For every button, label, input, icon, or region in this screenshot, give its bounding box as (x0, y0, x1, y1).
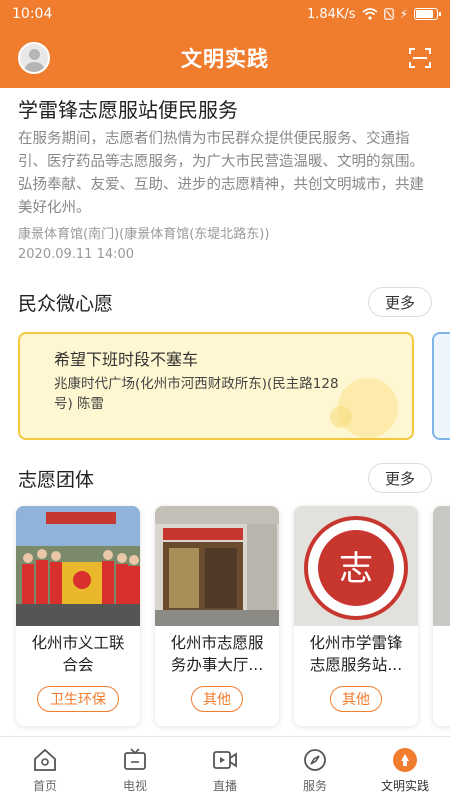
team-tag[interactable]: 卫生环保 (37, 686, 119, 712)
tv-icon (124, 748, 146, 770)
nav-label: 首页 (32, 779, 57, 793)
nav-item-service[interactable]: 服务 (270, 737, 360, 800)
team-photo (16, 506, 140, 626)
team-tag[interactable]: 其他 (330, 686, 382, 712)
status-time: 10:04 (12, 6, 53, 22)
nav-label: 文明实践 (380, 779, 429, 793)
team-name: 化州市义工联合会 (31, 634, 125, 674)
article-description: 在服务期间，志愿者们热情为市民群众提供便民服务、交通指引、医疗药品等志愿服务，为… (18, 131, 424, 216)
activity-article[interactable]: 学雷锋志愿服站便民服务 在服务期间，志愿者们热情为市民群众提供便民服务、交通指引… (0, 88, 450, 264)
wifi-icon (362, 8, 378, 20)
wish-card[interactable]: 希望下班时段不塞车 兆康时代广场(化州市河西财政所东)(民主路128号) 陈雷 (18, 332, 414, 440)
network-speed: 1.84K/s (306, 6, 356, 22)
teams-more-button[interactable]: 更多 (368, 463, 432, 493)
scan-icon[interactable] (408, 46, 432, 70)
wish-decoration-small (330, 406, 352, 428)
teams-carousel[interactable]: 化州市义工联合会 卫生环保 化州市志愿服务办事大厅... 其他 志 化州市学雷锋… (0, 506, 450, 726)
team-photo: 志 (294, 506, 418, 626)
wishes-more-button[interactable]: 更多 (368, 287, 432, 317)
wish-title: 希望下班时段不塞车 (54, 350, 199, 369)
teams-section-header: 志愿团体 更多 (18, 462, 432, 494)
compass-icon (304, 749, 326, 771)
nav-label: 服务 (302, 779, 327, 793)
teams-section-title: 志愿团体 (18, 468, 95, 491)
wishes-section-header: 民众微心愿 更多 (18, 286, 432, 318)
article-location: 康景体育馆(南门)(康景体育馆(东堤北路东)) (18, 227, 270, 242)
battery-icon (414, 8, 441, 20)
nav-label: 电视 (122, 779, 147, 793)
battery-fill (416, 10, 434, 18)
charging-icon: ⚡ (399, 7, 408, 21)
home-icon (34, 748, 56, 771)
article-title[interactable]: 学雷锋志愿服站便民服务 (18, 96, 432, 124)
team-card[interactable]: 化州市志愿服务办事大厅... 其他 (155, 506, 279, 726)
wishes-section-title: 民众微心愿 (18, 292, 114, 315)
user-avatar-icon[interactable] (18, 42, 50, 74)
main-content: 学雷锋志愿服站便民服务 在服务期间，志愿者们热情为市民群众提供便民服务、交通指引… (0, 88, 450, 736)
nav-label: 直播 (212, 779, 237, 793)
team-card[interactable]: 化州市义工联合会 卫生环保 (16, 506, 140, 726)
team-name: 化州市志愿服务办事大厅... (170, 634, 264, 674)
nav-item-live[interactable]: 直播 (180, 737, 270, 800)
team-name: 化州市学雷锋志愿服务站... (309, 634, 403, 674)
team-tag[interactable]: 其他 (191, 686, 243, 712)
status-icons: 1.84K/s ⚡ (306, 6, 441, 22)
wish-card-next[interactable] (432, 332, 450, 440)
bottom-nav: 首页 电视 直播 服务 文明实践 (0, 736, 450, 800)
team-photo (433, 506, 450, 626)
nav-item-civilization[interactable]: 文明实践 (360, 737, 450, 800)
civilization-icon (393, 748, 417, 772)
app-bar: 文明实践 (0, 28, 450, 88)
team-photo (155, 506, 279, 626)
article-time: 2020.09.11 14:00 (18, 247, 135, 262)
nav-item-tv[interactable]: 电视 (90, 737, 180, 800)
sim-icon (383, 8, 394, 20)
page-title: 文明实践 (181, 47, 269, 71)
badge-text: 志 (339, 549, 373, 589)
live-icon (213, 751, 237, 769)
nav-item-home[interactable]: 首页 (0, 737, 90, 800)
status-bar: 10:04 1.84K/s ⚡ (0, 0, 450, 28)
team-card[interactable]: 志 化州市学雷锋志愿服务站... 其他 (294, 506, 418, 726)
team-card-next[interactable] (433, 506, 450, 726)
